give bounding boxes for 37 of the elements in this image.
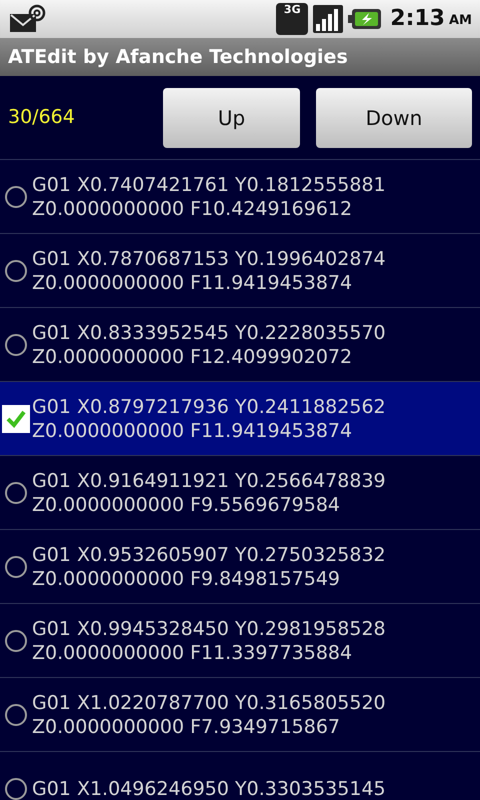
gcode-text: G01 X0.9945328450 Y0.2981958528 Z0.0000000000 F11.3397735884 (32, 616, 387, 664)
checkbox-checked-icon[interactable] (2, 404, 30, 432)
radio-icon[interactable] (4, 776, 28, 800)
gcode-text: G01 X0.8797217936 Y0.2411882562 Z0.0000000000 F11.9419453874 (32, 394, 387, 442)
code-row[interactable]: G01 X1.0220787700 Y0.3165805520 Z0.0000000000 F7.9349715867 (0, 678, 480, 752)
gcode-text: G01 X0.9164911921 Y0.2566478839 Z0.0000000000 F9.5569679584 (32, 468, 387, 516)
code-row[interactable]: G01 X0.9945328450 Y0.2981958528 Z0.0000000000 F11.3397735884 (0, 604, 480, 678)
gcode-text: G01 X1.0220787700 Y0.3165805520 Z0.0000000000 F7.9349715867 (32, 690, 387, 738)
radio-icon[interactable] (4, 332, 28, 356)
am-pm-label: AM (449, 12, 472, 30)
gcode-text: G01 X0.7407421761 Y0.1812555881 Z0.0000000000 F10.4249169612 (32, 172, 387, 220)
radio-icon[interactable] (4, 702, 28, 726)
code-row[interactable]: G01 X0.9164911921 Y0.2566478839 Z0.0000000000 F9.5569679584 (0, 456, 480, 530)
app-title: ATEdit by Afanche Technologies (8, 44, 348, 70)
signal-icon (312, 4, 344, 34)
gcode-text: G01 X0.7870687153 Y0.1996402874 Z0.0000000000 F11.9419453874 (32, 246, 387, 294)
mail-icon (8, 4, 46, 34)
code-row[interactable]: G01 X0.7407421761 Y0.1812555881 Z0.0000000000 F10.4249169612 (0, 160, 480, 234)
radio-icon[interactable] (4, 480, 28, 504)
gcode-text: G01 X1.0496246950 Y0.3303535145 (32, 776, 387, 800)
code-row[interactable]: G01 X0.8797217936 Y0.2411882562 Z0.0000000000 F11.9419453874 (0, 382, 480, 456)
nav-button[interactable]: Up (163, 88, 300, 148)
radio-icon[interactable] (4, 258, 28, 282)
battery-charging-icon (348, 8, 382, 30)
radio-icon[interactable] (4, 554, 28, 578)
code-row[interactable]: G01 X0.8333952545 Y0.2228035570 Z0.0000000000 F12.4099902072 (0, 308, 480, 382)
code-row[interactable]: G01 X1.0496246950 Y0.3303535145 (0, 752, 480, 800)
row-counter: 30/664 (8, 105, 76, 130)
gcode-text: G01 X0.8333952545 Y0.2228035570 Z0.0000000000 F12.4099902072 (32, 320, 387, 368)
radio-icon[interactable] (4, 628, 28, 652)
code-row[interactable]: G01 X0.9532605907 Y0.2750325832 Z0.0000000000 F9.8498157549 (0, 530, 480, 604)
gcode-text: G01 X0.9532605907 Y0.2750325832 Z0.0000000000 F9.8498157549 (32, 542, 387, 590)
network-icon: 3G (276, 3, 308, 35)
code-row[interactable]: G01 X0.7870687153 Y0.1996402874 Z0.0000000000 F11.9419453874 (0, 234, 480, 308)
radio-icon[interactable] (4, 184, 28, 208)
nav-button[interactable]: Down (316, 88, 472, 148)
clock: 2:13 (390, 8, 445, 30)
